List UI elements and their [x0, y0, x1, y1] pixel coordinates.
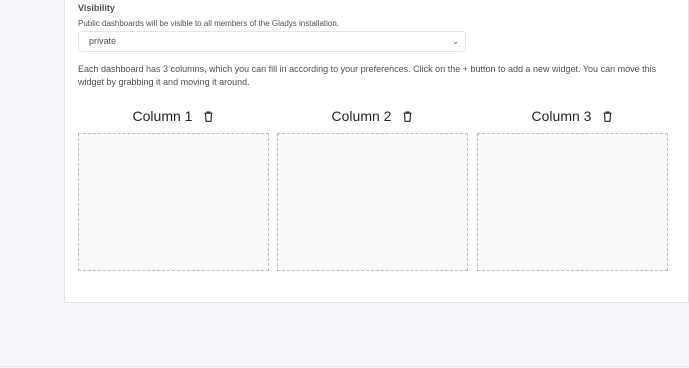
chevron-down-icon: ⌄ — [452, 37, 459, 46]
column-title-2: Column 2 — [331, 108, 392, 124]
column-header-3: Column 3 — [477, 106, 667, 126]
visibility-help-text: Public dashboards will be visible to all… — [78, 19, 340, 28]
trash-icon[interactable] — [603, 110, 612, 122]
column-header-1: Column 1 — [78, 106, 268, 126]
visibility-selected-value: private — [89, 36, 117, 46]
column-dropzone-3[interactable] — [477, 133, 668, 271]
columns-description: Each dashboard has 3 columns, which you … — [78, 64, 657, 87]
trash-icon[interactable] — [204, 110, 213, 122]
column-title-1: Column 1 — [132, 108, 193, 124]
visibility-select[interactable]: private ⌄ — [78, 31, 466, 52]
trash-icon[interactable] — [403, 110, 412, 122]
visibility-label: Visibility — [78, 3, 115, 13]
column-dropzone-2[interactable] — [277, 133, 468, 271]
column-header-2: Column 2 — [277, 106, 467, 126]
column-dropzone-1[interactable] — [78, 133, 269, 271]
column-title-3: Column 3 — [531, 108, 592, 124]
footer-divider — [0, 366, 689, 367]
